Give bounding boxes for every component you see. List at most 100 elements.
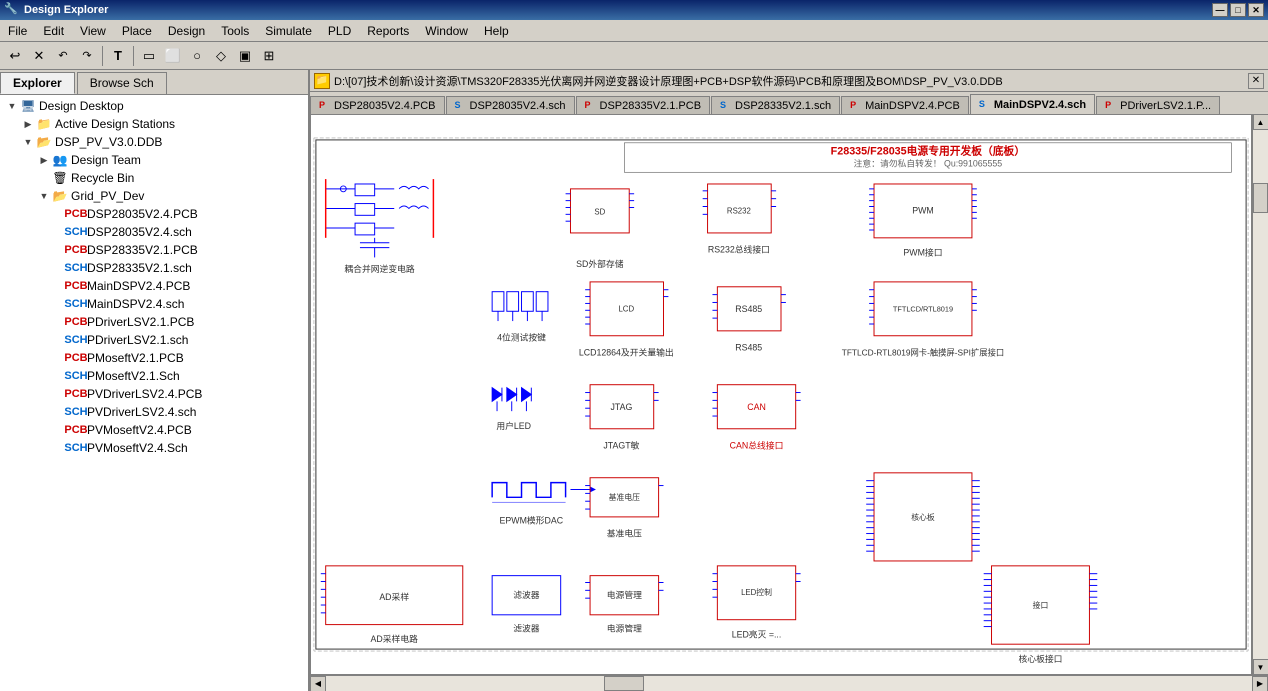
scroll-left-button[interactable]: ◀ xyxy=(310,676,326,691)
title-bar-text: Design Explorer xyxy=(24,4,1212,16)
schematic-area[interactable]: F28335/F28035电源专用开发板（底板） 注意：请勿私自转发！ Qu:9… xyxy=(310,114,1252,675)
expand-dsp-ddb[interactable]: ▼ xyxy=(20,134,36,150)
toolbar-undo[interactable]: ↶ xyxy=(52,45,74,67)
tab-pdriverlsv21p[interactable]: P PDriverLSV2.1.P... xyxy=(1096,96,1220,114)
menu-reports[interactable]: Reports xyxy=(359,20,417,41)
tab-maindspv24sch[interactable]: S MainDSPV2.4.sch xyxy=(970,94,1095,114)
tree-item-maindspv24pcb[interactable]: PCB MainDSPV2.4.PCB xyxy=(0,277,308,295)
toolbar-sep-1 xyxy=(102,46,103,66)
scroll-down-button[interactable]: ▼ xyxy=(1253,659,1268,675)
toolbar-grid[interactable]: ⊞ xyxy=(258,45,280,67)
tab-explorer[interactable]: Explorer xyxy=(0,72,75,94)
tree-item-pvmoseftv24pcb[interactable]: PCB PVMoseftV2.4.PCB xyxy=(0,421,308,439)
menu-help[interactable]: Help xyxy=(476,20,517,41)
toolbar-filled[interactable]: ▣ xyxy=(234,45,256,67)
minimize-button[interactable]: — xyxy=(1212,3,1228,17)
tab-sch-icon-3: S xyxy=(979,99,991,111)
tree-item-pvdriverlsv24pcb[interactable]: PCB PVDriverLSV2.4.PCB xyxy=(0,385,308,403)
tree-item-dsp28335v21sch[interactable]: SCH DSP28335V2.1.sch xyxy=(0,259,308,277)
svg-text:电源管理: 电源管理 xyxy=(607,622,642,633)
vscroll-thumb[interactable] xyxy=(1253,183,1268,213)
menu-place[interactable]: Place xyxy=(114,20,160,41)
hscroll-thumb[interactable] xyxy=(604,676,644,691)
panel-tabs: Explorer Browse Sch xyxy=(0,70,308,95)
tree-item-active-design[interactable]: ▶ 📁 Active Design Stations xyxy=(0,115,308,133)
tree-item-grid-pv[interactable]: ▼ 📂 Grid_PV_Dev xyxy=(0,187,308,205)
expand-grid-pv[interactable]: ▼ xyxy=(36,188,52,204)
tree-item-dsp28035v24sch[interactable]: SCH DSP28035V2.4.sch xyxy=(0,223,308,241)
sch-icon-4: SCH xyxy=(68,332,84,348)
folder-grid-pv-icon: 📂 xyxy=(52,188,68,204)
tree-item-recycle-bin[interactable]: · 🗑 Recycle Bin xyxy=(0,169,308,187)
toolbar-circle[interactable]: ○ xyxy=(186,45,208,67)
toolbar-back[interactable]: ↩ xyxy=(4,45,26,67)
tree-item-pmoseftv21sch[interactable]: SCH PMoseftV2.1.Sch xyxy=(0,367,308,385)
tree-item-pdriverlsv21sch[interactable]: SCH PDriverLSV2.1.sch xyxy=(0,331,308,349)
tree-item-pvdriverlsv24sch[interactable]: SCH PVDriverLSV2.4.sch xyxy=(0,403,308,421)
tab-dsp28035v24sch[interactable]: S DSP28035V2.4.sch xyxy=(446,96,575,114)
tree-label-file-7: PDriverLSV2.1.PCB xyxy=(87,315,194,329)
tree-label-file-13: PVMoseftV2.4.PCB xyxy=(87,423,192,437)
tab-maindspv24pcb[interactable]: P MainDSPV2.4.PCB xyxy=(841,96,969,114)
maximize-button[interactable]: □ xyxy=(1230,3,1246,17)
toolbar-cancel[interactable]: ✕ xyxy=(28,45,50,67)
menu-view[interactable]: View xyxy=(72,20,114,41)
toolbar-redo[interactable]: ↷ xyxy=(76,45,98,67)
tree-item-dsp-ddb[interactable]: ▼ 📂 DSP_PV_V3.0.DDB xyxy=(0,133,308,151)
scroll-up-button[interactable]: ▲ xyxy=(1253,114,1268,130)
tab-pcb-icon-2: P xyxy=(585,100,597,112)
menu-tools[interactable]: Tools xyxy=(213,20,257,41)
tab-sch-icon-2: S xyxy=(720,100,732,112)
file-path-close-button[interactable]: ✕ xyxy=(1248,73,1264,89)
tree-item-pdriverlsv21pcb[interactable]: PCB PDriverLSV2.1.PCB xyxy=(0,313,308,331)
tree-item-pmoseftv21pcb[interactable]: PCB PMoseftV2.1.PCB xyxy=(0,349,308,367)
tree-item-pvmoseftv24sch[interactable]: SCH PVMoseftV2.4.Sch xyxy=(0,439,308,457)
svg-text:用户LED: 用户LED xyxy=(496,420,531,431)
svg-text:AD采样电路: AD采样电路 xyxy=(371,633,419,644)
menu-simulate[interactable]: Simulate xyxy=(257,20,320,41)
tree-label-recycle-bin: Recycle Bin xyxy=(71,171,134,185)
tree-item-maindspv24sch[interactable]: SCH MainDSPV2.4.sch xyxy=(0,295,308,313)
expand-recycle-bin[interactable]: · xyxy=(36,170,52,186)
file-path-bar: 📁 D:\[07]技术创新\设计资源\TMS320F28335光伏离网并网逆变器… xyxy=(310,70,1268,92)
toolbar-rect[interactable]: ▭ xyxy=(138,45,160,67)
tree-item-dsp28035v24pcb[interactable]: PCB DSP28035V2.4.PCB xyxy=(0,205,308,223)
expand-design-desktop[interactable]: ▼ xyxy=(4,98,20,114)
menu-edit[interactable]: Edit xyxy=(35,20,72,41)
toolbar-diamond[interactable]: ◇ xyxy=(210,45,232,67)
svg-text:PWM: PWM xyxy=(912,205,933,215)
hscroll-track xyxy=(326,676,1252,691)
scroll-right-button[interactable]: ▶ xyxy=(1252,676,1268,691)
toolbar-rect2[interactable]: ⬜ xyxy=(162,45,184,67)
svg-text:PWM接口: PWM接口 xyxy=(903,246,942,257)
expand-active-design[interactable]: ▶ xyxy=(20,116,36,132)
tree-item-design-desktop[interactable]: ▼ 🖥 Design Desktop xyxy=(0,97,308,115)
pcb-icon-5: PCB xyxy=(68,350,84,366)
svg-text:滤波器: 滤波器 xyxy=(513,589,540,600)
tab-browse-sch[interactable]: Browse Sch xyxy=(77,72,167,94)
tree-item-design-team[interactable]: ▶ 👥 Design Team xyxy=(0,151,308,169)
svg-text:SD外部存储: SD外部存储 xyxy=(576,258,624,269)
menu-file[interactable]: File xyxy=(0,20,35,41)
horizontal-scrollbar[interactable]: ◀ ▶ xyxy=(310,675,1268,691)
tree-area: ▼ 🖥 Design Desktop ▶ 📁 Active Design Sta… xyxy=(0,95,308,691)
tree-item-dsp28335v21pcb[interactable]: PCB DSP28335V2.1.PCB xyxy=(0,241,308,259)
svg-text:RS485: RS485 xyxy=(735,342,762,352)
pcb-icon-6: PCB xyxy=(68,386,84,402)
svg-text:4位测试按键: 4位测试按键 xyxy=(497,332,546,343)
title-bar-controls[interactable]: — □ ✕ xyxy=(1212,3,1264,17)
menu-window[interactable]: Window xyxy=(417,20,476,41)
menu-design[interactable]: Design xyxy=(160,20,213,41)
tab-dsp28335v21sch[interactable]: S DSP28335V2.1.sch xyxy=(711,96,840,114)
tab-dsp28335v21pcb[interactable]: P DSP28335V2.1.PCB xyxy=(576,96,711,114)
svg-text:基准电压: 基准电压 xyxy=(607,527,642,538)
tab-dsp28035v24pcb[interactable]: P DSP28035V2.4.PCB xyxy=(310,96,445,114)
title-bar: 🔧 Design Explorer — □ ✕ xyxy=(0,0,1268,20)
close-button[interactable]: ✕ xyxy=(1248,3,1264,17)
svg-text:接口: 接口 xyxy=(1033,600,1049,610)
vertical-scrollbar[interactable]: ▲ ▼ xyxy=(1252,114,1268,675)
expand-design-team[interactable]: ▶ xyxy=(36,152,52,168)
toolbar-text[interactable]: T xyxy=(107,45,129,67)
app-icon: 🔧 xyxy=(4,2,20,18)
menu-pld[interactable]: PLD xyxy=(320,20,359,41)
